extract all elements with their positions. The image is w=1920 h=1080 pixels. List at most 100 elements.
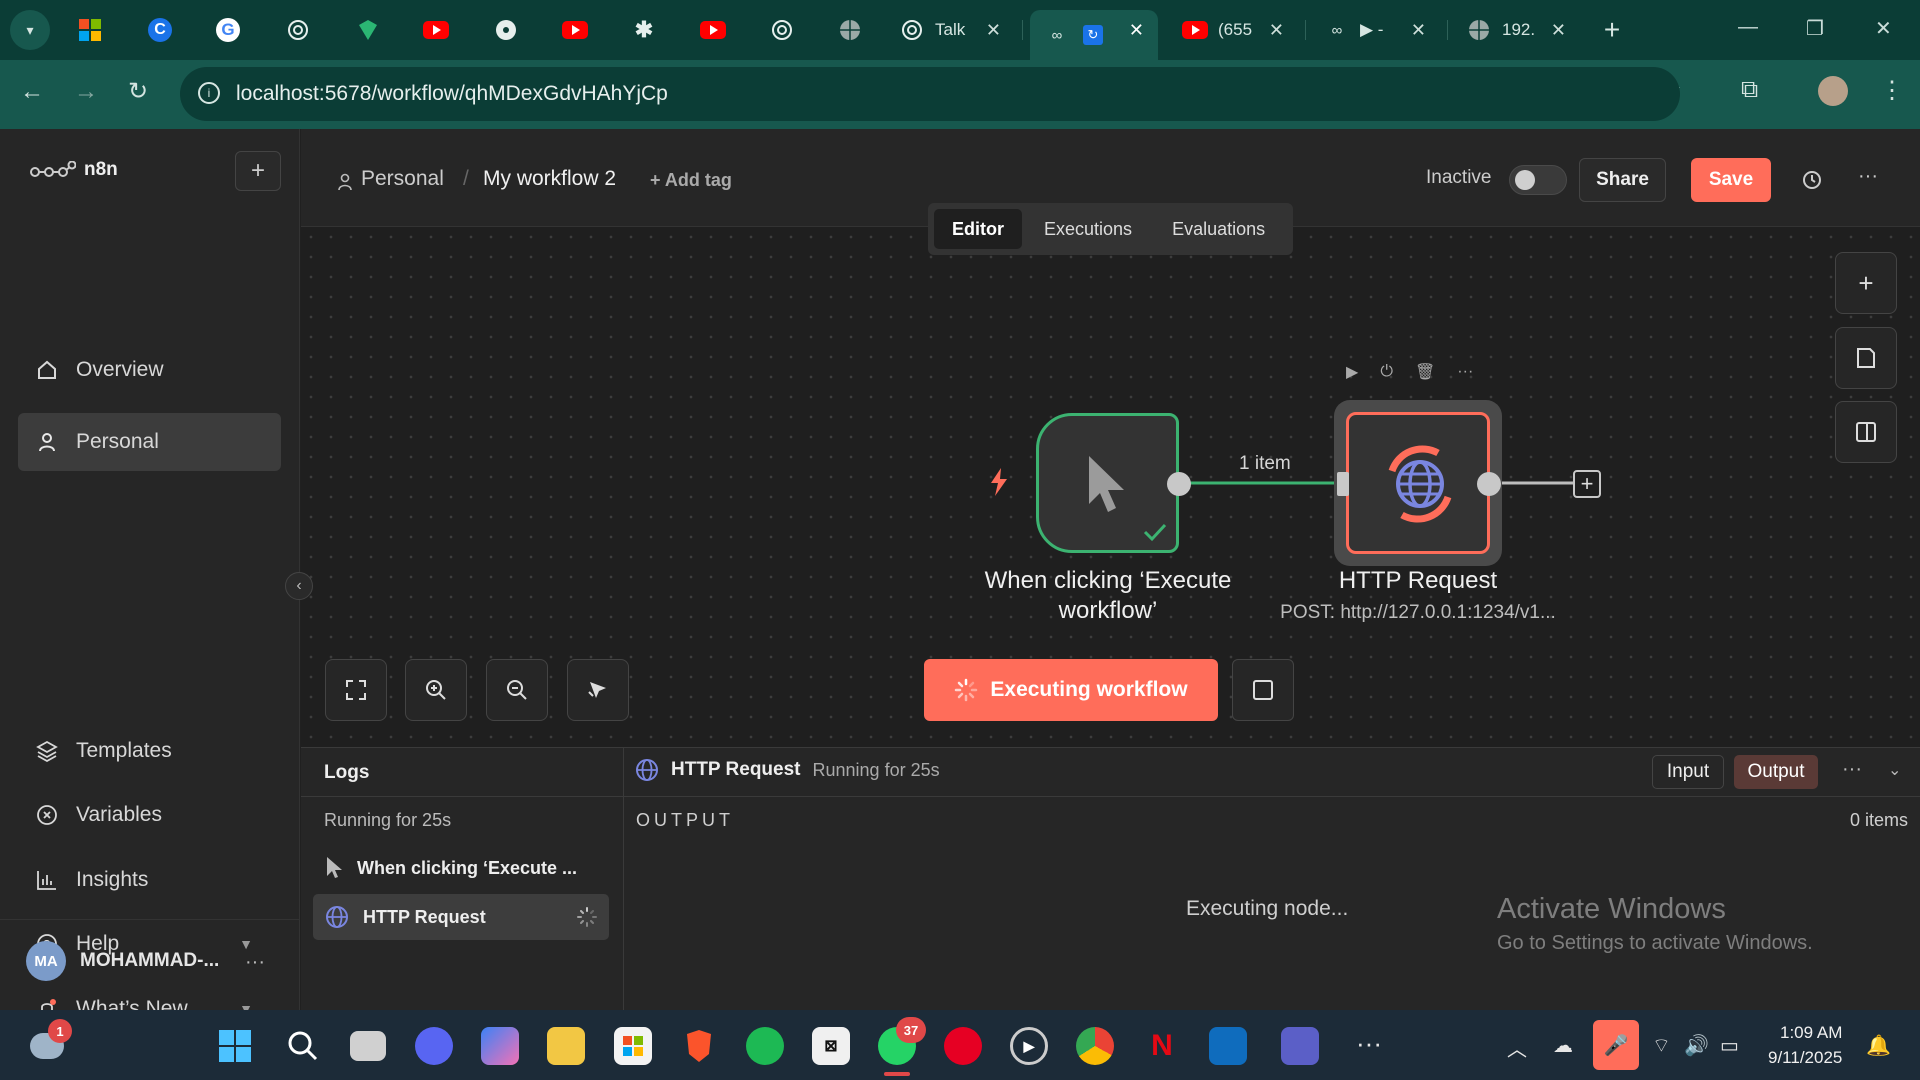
more-icon[interactable]: ··· — [1457, 363, 1473, 381]
browser-tab-active[interactable]: ∞ ↻ ✕ — [1030, 10, 1158, 60]
system-clock[interactable]: 1:09 AM 9/11/2025 — [1768, 1020, 1842, 1070]
new-tab-button[interactable]: + — [1592, 10, 1632, 50]
zoom-out-button[interactable] — [486, 659, 548, 721]
store-icon[interactable] — [614, 1027, 652, 1065]
output-handle[interactable] — [1477, 472, 1501, 496]
browser-tab-n8n[interactable]: ∞ ▶ - ✕ — [1310, 10, 1440, 50]
browser-tab[interactable] — [348, 10, 388, 50]
zoom-in-button[interactable] — [405, 659, 467, 721]
output-tab[interactable]: Output — [1734, 755, 1818, 789]
logs-title[interactable]: Logs — [324, 762, 369, 784]
workflow-name[interactable]: My workflow 2 — [483, 167, 616, 191]
minimize-icon[interactable]: — — [1738, 16, 1758, 39]
spotify-icon[interactable] — [746, 1027, 784, 1065]
profile-avatar[interactable] — [1818, 76, 1848, 106]
tab-evaluations[interactable]: Evaluations — [1154, 209, 1283, 249]
site-info-icon[interactable]: i — [198, 82, 220, 104]
save-button[interactable]: Save — [1691, 158, 1771, 202]
input-handle[interactable] — [1337, 472, 1349, 496]
capcut-icon[interactable]: ⊠ — [812, 1027, 850, 1065]
sidebar-item-templates[interactable]: Templates — [18, 722, 281, 780]
chrome-icon[interactable] — [1076, 1027, 1114, 1065]
collapse-sidebar-button[interactable]: ‹ — [285, 572, 313, 600]
notification-center-icon[interactable]: 🔔 — [1866, 1033, 1891, 1058]
more-icon[interactable]: ··· — [1858, 165, 1878, 188]
http-request-node[interactable] — [1346, 412, 1490, 554]
tab-search-button[interactable]: ▾ — [10, 10, 50, 50]
address-bar[interactable]: i localhost:5678/workflow/qhMDexGdvHAhYj… — [180, 67, 1680, 121]
output-handle[interactable] — [1167, 472, 1191, 496]
browser-tab-talk[interactable]: Talk ✕ — [885, 10, 1015, 50]
close-icon[interactable]: ✕ — [986, 20, 1001, 41]
workflow-canvas[interactable]: + When clicking ‘Execute workflow’ 1 ite… — [301, 227, 1920, 747]
onedrive-icon[interactable]: ☁ — [1553, 1033, 1573, 1058]
browser-tab-ip[interactable]: 192. ✕ — [1452, 10, 1580, 50]
task-view-icon[interactable] — [350, 1031, 386, 1061]
trigger-node[interactable] — [1036, 413, 1179, 553]
close-icon[interactable]: ✕ — [1551, 20, 1566, 41]
brand-logo[interactable]: n8n — [30, 159, 118, 181]
history-icon[interactable] — [1801, 169, 1823, 191]
copilot-icon[interactable] — [481, 1027, 519, 1065]
brave-icon[interactable] — [680, 1027, 718, 1065]
log-entry-http-request[interactable]: HTTP Request — [313, 894, 609, 940]
sidebar-item-personal[interactable]: Personal — [18, 413, 281, 471]
media-player-icon[interactable]: ▶ — [1010, 1027, 1048, 1065]
sidebar-item-overview[interactable]: Overview — [18, 341, 281, 399]
close-icon[interactable]: ✕ — [1411, 20, 1426, 41]
create-button[interactable]: + — [235, 151, 281, 191]
execute-workflow-button[interactable]: Executing workflow — [924, 659, 1218, 721]
more-apps-icon[interactable]: ··· — [1356, 1028, 1382, 1059]
more-icon[interactable]: ··· — [1842, 758, 1862, 781]
sidebar-item-insights[interactable]: Insights — [18, 851, 281, 909]
browser-tab[interactable] — [693, 10, 733, 50]
close-window-icon[interactable]: ✕ — [1875, 16, 1892, 41]
add-next-node-button[interactable]: + — [1573, 470, 1601, 498]
reload-icon[interactable]: ↻ — [128, 77, 148, 106]
play-icon[interactable]: ▶ — [1346, 362, 1358, 382]
active-toggle[interactable] — [1509, 165, 1567, 195]
forward-icon[interactable]: → — [74, 78, 98, 106]
browser-tab[interactable] — [416, 10, 456, 50]
extensions-icon[interactable]: ⧉ — [1741, 76, 1758, 104]
battery-icon[interactable]: ▭ — [1720, 1033, 1739, 1058]
sidebar-item-variables[interactable]: Variables — [18, 786, 281, 844]
stop-execution-button[interactable] — [1232, 659, 1294, 721]
trash-icon[interactable]: 🗑 — [1415, 362, 1435, 382]
browser-tab-youtube[interactable]: (655 ✕ — [1168, 10, 1298, 50]
chat-app-icon[interactable] — [415, 1027, 453, 1065]
microphone-icon[interactable]: 🎤 — [1593, 1020, 1639, 1070]
outlook-icon[interactable] — [1209, 1027, 1247, 1065]
add-tag-button[interactable]: + Add tag — [650, 170, 732, 191]
volume-icon[interactable]: 🔊 — [1684, 1033, 1709, 1058]
search-button[interactable] — [284, 1027, 322, 1065]
start-button[interactable] — [216, 1027, 254, 1065]
browser-tab[interactable] — [830, 10, 870, 50]
user-menu[interactable]: MA MOHAMMAD-... — [26, 941, 219, 981]
browser-tab[interactable] — [70, 10, 110, 50]
chevron-up-icon[interactable]: ︿ — [1507, 1033, 1527, 1062]
browser-tab[interactable] — [762, 10, 802, 50]
wifi-icon[interactable]: ⌔ — [1652, 1033, 1671, 1058]
browser-tab[interactable] — [555, 10, 595, 50]
tab-editor[interactable]: Editor — [934, 209, 1022, 249]
browser-tab[interactable]: C — [140, 10, 180, 50]
browser-tab[interactable]: G — [208, 10, 248, 50]
close-icon[interactable]: ✕ — [1129, 20, 1144, 41]
browser-tab[interactable] — [486, 10, 526, 50]
more-icon[interactable]: ··· — [245, 951, 265, 974]
log-entry-trigger[interactable]: When clicking ‘Execute ... — [313, 845, 609, 891]
file-explorer-icon[interactable] — [547, 1027, 585, 1065]
browser-tab[interactable]: ✱ — [624, 10, 664, 50]
tidy-up-button[interactable] — [567, 659, 629, 721]
close-icon[interactable]: ✕ — [1269, 20, 1284, 41]
share-button[interactable]: Share — [1579, 158, 1666, 202]
netflix-icon[interactable]: N — [1143, 1027, 1181, 1065]
browser-tab[interactable] — [278, 10, 318, 50]
pinterest-icon[interactable] — [944, 1027, 982, 1065]
notes-app-icon[interactable] — [1281, 1027, 1319, 1065]
power-icon[interactable]: ⏻ — [1380, 363, 1393, 381]
menu-kebab-icon[interactable]: ⋮ — [1880, 76, 1904, 105]
fit-view-button[interactable] — [325, 659, 387, 721]
tab-executions[interactable]: Executions — [1026, 209, 1150, 249]
